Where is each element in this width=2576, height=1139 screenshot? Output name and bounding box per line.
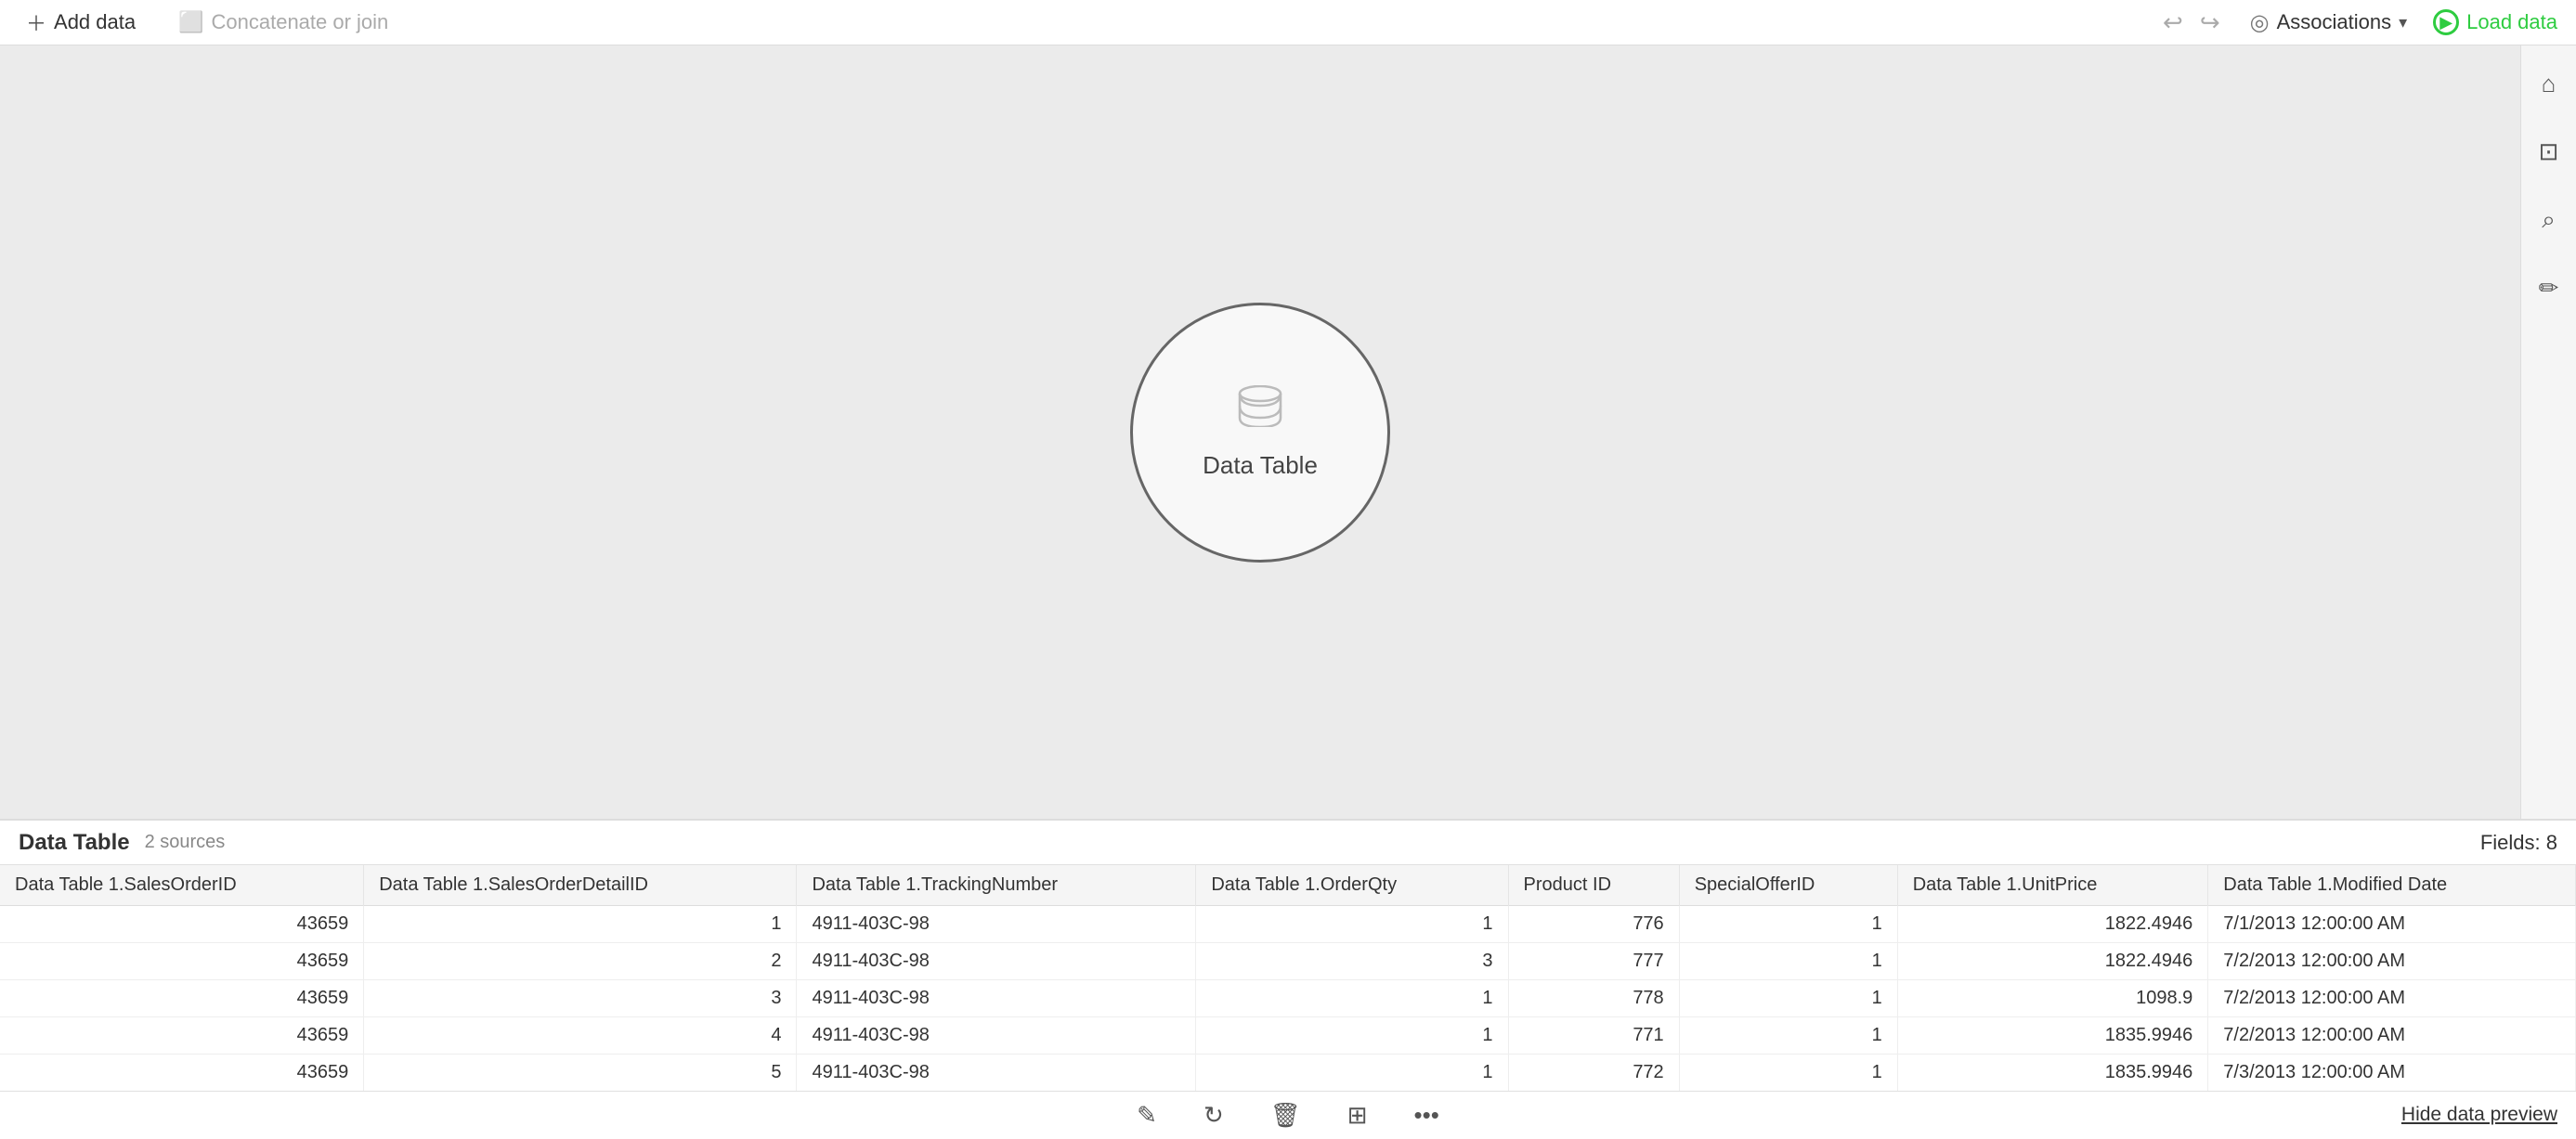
plus-icon: ＋: [26, 7, 46, 37]
cell-0-4: 776: [1508, 906, 1679, 943]
cell-1-2: 4911-403C-98: [797, 943, 1196, 980]
concatenate-button[interactable]: ⬜ Concatenate or join: [171, 6, 396, 38]
cell-1-3: 3: [1196, 943, 1508, 980]
panel-header: Data Table 2 sources Fields: 8: [0, 821, 2576, 865]
table-body: 4365914911-403C-98177611822.49467/1/2013…: [0, 906, 2576, 1092]
concatenate-icon: ⬜: [178, 10, 203, 34]
col-header-6: Data Table 1.UnitPrice: [1897, 865, 2208, 906]
cell-2-6: 1098.9: [1897, 980, 2208, 1017]
cell-3-4: 771: [1508, 1017, 1679, 1055]
edit-button[interactable]: ✎: [1127, 1095, 1166, 1135]
delete-button[interactable]: 🗑: [1261, 1095, 1310, 1135]
cell-2-7: 7/2/2013 12:00:00 AM: [2208, 980, 2576, 1017]
cell-0-2: 4911-403C-98: [797, 906, 1196, 943]
cell-3-3: 1: [1196, 1017, 1508, 1055]
cell-3-2: 4911-403C-98: [797, 1017, 1196, 1055]
pencil-button[interactable]: ✏: [2533, 268, 2565, 308]
filter-button[interactable]: ⊞: [1338, 1095, 1377, 1135]
redo-button[interactable]: ↪: [2196, 5, 2224, 41]
header-row: Data Table 1.SalesOrderIDData Table 1.Sa…: [0, 865, 2576, 906]
eye-icon: ◎: [2250, 9, 2270, 36]
cell-2-5: 1: [1679, 980, 1897, 1017]
fit-view-button[interactable]: ⊡: [2533, 132, 2565, 172]
load-data-label: Load data: [2466, 10, 2557, 34]
cell-4-2: 4911-403C-98: [797, 1055, 1196, 1092]
bottom-panel: Data Table 2 sources Fields: 8 Data Tabl…: [0, 819, 2576, 1139]
load-data-button[interactable]: ▶ Load data: [2433, 9, 2557, 35]
col-header-1: Data Table 1.SalesOrderDetailID: [364, 865, 797, 906]
hide-preview-button[interactable]: Hide data preview: [2401, 1104, 2557, 1126]
cell-0-1: 1: [364, 906, 797, 943]
cell-4-1: 5: [364, 1055, 797, 1092]
cell-4-0: 43659: [0, 1055, 364, 1092]
col-header-2: Data Table 1.TrackingNumber: [797, 865, 1196, 906]
cell-2-1: 3: [364, 980, 797, 1017]
chevron-down-icon: ▾: [2399, 13, 2407, 32]
table-row: 4365954911-403C-98177211835.99467/3/2013…: [0, 1055, 2576, 1092]
data-table: Data Table 1.SalesOrderIDData Table 1.Sa…: [0, 865, 2576, 1091]
undo-button[interactable]: ↩: [2159, 5, 2187, 41]
load-data-icon: ▶: [2433, 9, 2459, 35]
table-row: 4365924911-403C-98377711822.49467/2/2013…: [0, 943, 2576, 980]
canvas-area: Data Table: [0, 45, 2520, 819]
cell-1-4: 777: [1508, 943, 1679, 980]
undo-redo-group: ↩ ↪: [2159, 5, 2224, 41]
col-header-4: Product ID: [1508, 865, 1679, 906]
cell-2-2: 4911-403C-98: [797, 980, 1196, 1017]
cell-0-7: 7/1/2013 12:00:00 AM: [2208, 906, 2576, 943]
table-row: 4365944911-403C-98177111835.99467/2/2013…: [0, 1017, 2576, 1055]
cell-1-6: 1822.4946: [1897, 943, 2208, 980]
cell-3-7: 7/2/2013 12:00:00 AM: [2208, 1017, 2576, 1055]
associations-button[interactable]: ◎ Associations ▾: [2243, 6, 2415, 40]
cell-1-1: 2: [364, 943, 797, 980]
cell-4-7: 7/3/2013 12:00:00 AM: [2208, 1055, 2576, 1092]
cell-4-4: 772: [1508, 1055, 1679, 1092]
col-header-3: Data Table 1.OrderQty: [1196, 865, 1508, 906]
data-table-container[interactable]: Data Table 1.SalesOrderIDData Table 1.Sa…: [0, 865, 2576, 1091]
more-options-button[interactable]: •••: [1405, 1095, 1449, 1135]
cell-3-0: 43659: [0, 1017, 364, 1055]
node-label: Data Table: [1203, 451, 1318, 480]
cell-4-3: 1: [1196, 1055, 1508, 1092]
cell-2-0: 43659: [0, 980, 364, 1017]
toolbar-right: ↩ ↪ ◎ Associations ▾ ▶ Load data: [2159, 5, 2557, 41]
panel-fields: Fields: 8: [2480, 831, 2557, 855]
top-toolbar: ＋ Add data ⬜ Concatenate or join ↩ ↪ ◎ A…: [0, 0, 2576, 45]
table-row: 4365934911-403C-98177811098.97/2/2013 12…: [0, 980, 2576, 1017]
cell-1-5: 1: [1679, 943, 1897, 980]
panel-title: Data Table: [19, 830, 130, 856]
col-header-7: Data Table 1.Modified Date: [2208, 865, 2576, 906]
cell-0-3: 1: [1196, 906, 1508, 943]
table-header: Data Table 1.SalesOrderIDData Table 1.Sa…: [0, 865, 2576, 906]
search-button[interactable]: ⌕: [2536, 200, 2561, 240]
cell-1-0: 43659: [0, 943, 364, 980]
cell-2-3: 1: [1196, 980, 1508, 1017]
database-icon: [1237, 385, 1283, 438]
home-button[interactable]: ⌂: [2536, 64, 2562, 104]
cell-3-1: 4: [364, 1017, 797, 1055]
bottom-toolbar: ✎ ↻ 🗑 ⊞ ••• Hide data preview: [0, 1091, 2576, 1139]
cell-0-0: 43659: [0, 906, 364, 943]
cell-0-6: 1822.4946: [1897, 906, 2208, 943]
cell-2-4: 778: [1508, 980, 1679, 1017]
cell-4-6: 1835.9946: [1897, 1055, 2208, 1092]
col-header-0: Data Table 1.SalesOrderID: [0, 865, 364, 906]
data-table-node[interactable]: Data Table: [1130, 303, 1390, 563]
table-row: 4365914911-403C-98177611822.49467/1/2013…: [0, 906, 2576, 943]
cell-0-5: 1: [1679, 906, 1897, 943]
cell-4-5: 1: [1679, 1055, 1897, 1092]
add-data-label: Add data: [54, 10, 136, 34]
col-header-5: SpecialOfferID: [1679, 865, 1897, 906]
panel-sources: 2 sources: [145, 832, 226, 853]
add-data-button[interactable]: ＋ Add data: [19, 4, 143, 41]
cell-1-7: 7/2/2013 12:00:00 AM: [2208, 943, 2576, 980]
cell-3-6: 1835.9946: [1897, 1017, 2208, 1055]
cell-3-5: 1: [1679, 1017, 1897, 1055]
refresh-button[interactable]: ↻: [1194, 1095, 1233, 1135]
concatenate-label: Concatenate or join: [212, 10, 389, 34]
associations-label: Associations: [2277, 10, 2392, 34]
